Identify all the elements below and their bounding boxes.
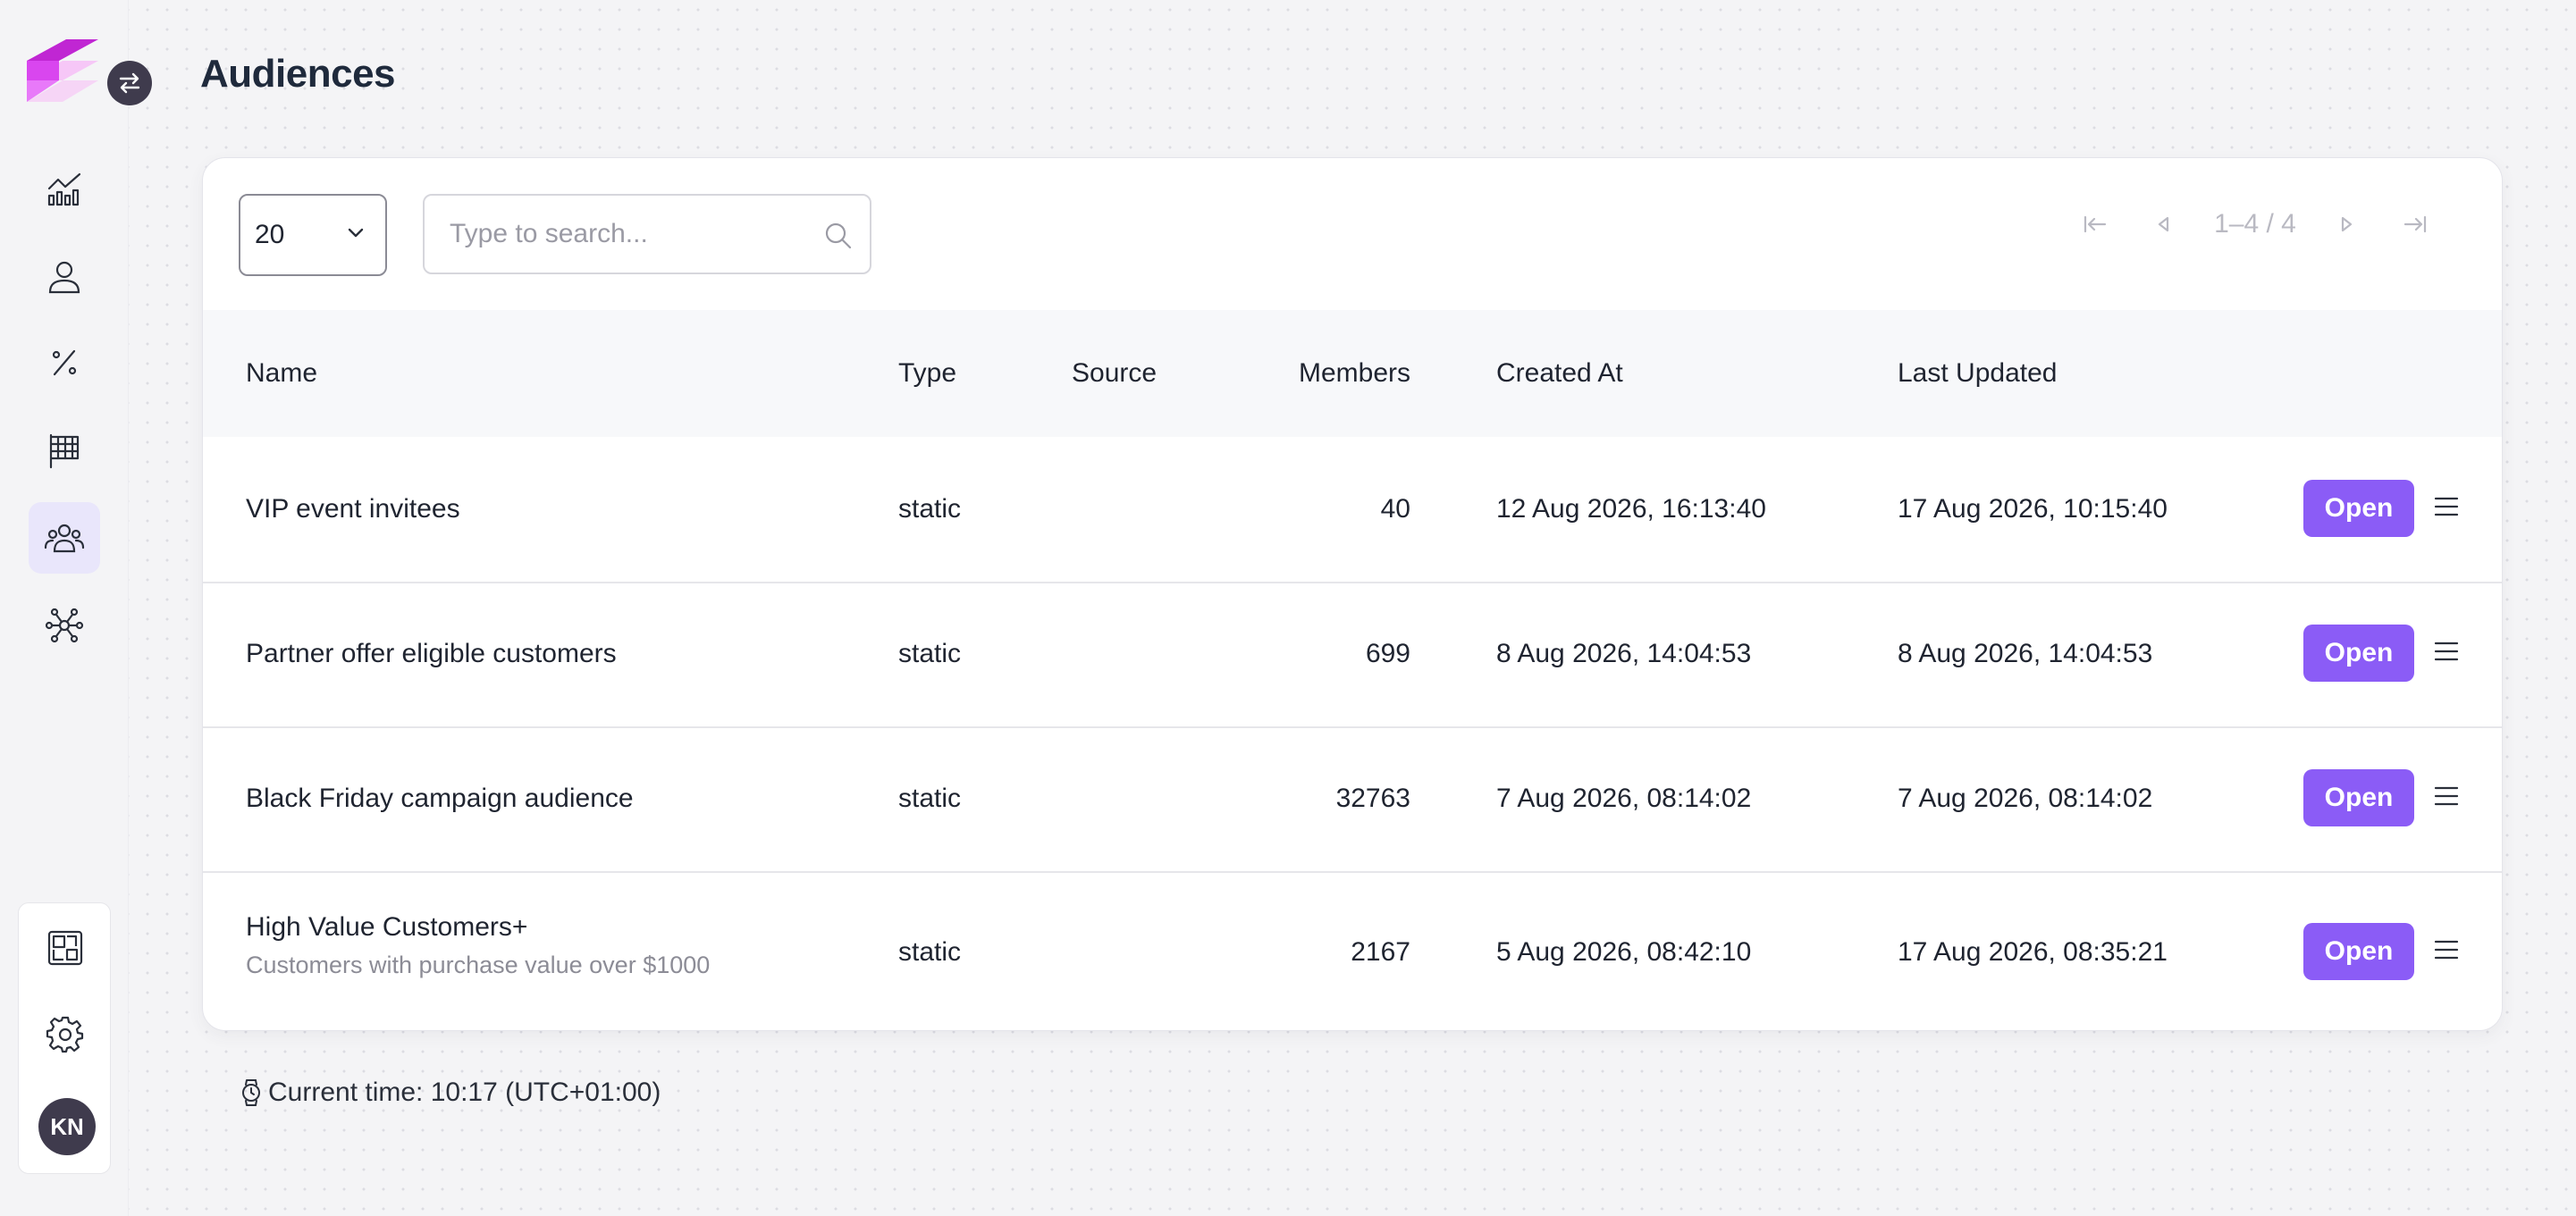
chevron-down-icon <box>348 228 364 238</box>
table-row[interactable]: Black Friday campaign audience static 32… <box>203 726 2502 871</box>
menu-icon <box>2434 940 2459 960</box>
pagination-info: 1–4 / 4 <box>2214 209 2296 239</box>
search-box <box>423 194 871 274</box>
audience-last-updated: 17 Aug 2026, 10:15:40 <box>1898 494 2168 524</box>
page-size-select[interactable]: 20 <box>239 194 387 276</box>
flag-icon <box>49 433 80 469</box>
open-button[interactable]: Open <box>2303 923 2414 980</box>
brand-logo[interactable] <box>27 39 102 120</box>
audience-type: static <box>898 639 962 668</box>
audience-created-at: 8 Aug 2026, 14:04:53 <box>1496 639 1752 668</box>
open-button[interactable]: Open <box>2303 769 2414 826</box>
table-row[interactable]: Partner offer eligible customers static … <box>203 582 2502 726</box>
audience-name[interactable]: Partner offer eligible customers <box>246 639 617 669</box>
current-time-text: Current time: 10:17 (UTC+01:00) <box>268 1078 661 1107</box>
audience-created-at: 7 Aug 2026, 08:14:02 <box>1496 784 1752 813</box>
sidebar: KN <box>0 0 152 1216</box>
menu-icon <box>2434 497 2459 516</box>
audience-name[interactable]: Black Friday campaign audience <box>246 784 634 814</box>
prev-page-icon <box>2159 216 2169 232</box>
swap-icon <box>119 72 140 94</box>
first-page-icon <box>2084 215 2107 233</box>
nav-campaigns[interactable] <box>29 415 100 486</box>
column-members[interactable]: Members <box>1232 358 1410 389</box>
nav-users[interactable] <box>29 241 100 313</box>
open-button[interactable]: Open <box>2303 480 2414 537</box>
audience-last-updated: 8 Aug 2026, 14:04:53 <box>1898 639 2153 668</box>
nav-offers[interactable] <box>29 327 100 398</box>
audience-description: Customers with purchase value over $1000 <box>246 952 711 978</box>
gear-icon <box>46 1016 84 1053</box>
audience-name[interactable]: VIP event invitees <box>246 494 460 524</box>
open-button[interactable]: Open <box>2303 625 2414 682</box>
watch-icon <box>242 1079 260 1106</box>
nav-analytics[interactable] <box>29 154 100 225</box>
current-time: Current time: 10:17 (UTC+01:00) <box>240 1078 661 1108</box>
page-title: Audiences <box>200 52 396 96</box>
settings-button[interactable] <box>38 1007 92 1061</box>
table-header: Name Type Source Members Created At Last… <box>203 310 2502 437</box>
column-last-updated[interactable]: Last Updated <box>1898 358 2057 389</box>
audience-created-at: 12 Aug 2026, 16:13:40 <box>1496 494 1766 524</box>
audience-last-updated: 17 Aug 2026, 08:35:21 <box>1898 937 2168 967</box>
audience-members: 32763 <box>1335 784 1410 813</box>
audience-created-at: 5 Aug 2026, 08:42:10 <box>1496 937 1752 967</box>
audience-type: static <box>898 494 962 524</box>
table-row[interactable]: High Value Customers+ Customers with pur… <box>203 871 2502 1030</box>
percent-icon <box>52 349 77 376</box>
sidebar-bottom-panel: KN <box>18 902 111 1174</box>
analytics-icon <box>47 172 81 206</box>
column-source[interactable]: Source <box>1072 358 1157 389</box>
next-page-icon <box>2341 216 2352 232</box>
pagination: 1–4 / 4 <box>2076 206 2434 242</box>
audiences-icon <box>44 524 85 553</box>
audience-type: static <box>898 937 962 967</box>
nav-audiences[interactable] <box>29 502 100 574</box>
user-icon <box>48 261 80 294</box>
table-row[interactable]: VIP event invitees static 40 12 Aug 2026… <box>203 437 2502 582</box>
extensions-button[interactable] <box>38 921 92 975</box>
nav-integrations[interactable] <box>29 590 100 661</box>
audience-members: 699 <box>1365 639 1410 668</box>
menu-icon <box>2434 786 2459 806</box>
audience-type: static <box>898 784 962 813</box>
page-size-value: 20 <box>255 220 285 249</box>
search-input[interactable] <box>425 196 800 273</box>
menu-icon <box>2434 642 2459 661</box>
audience-members: 40 <box>1380 494 1410 524</box>
user-avatar[interactable]: KN <box>38 1098 96 1155</box>
extensions-icon <box>47 930 83 966</box>
audience-last-updated: 7 Aug 2026, 08:14:02 <box>1898 784 2153 813</box>
search-icon <box>825 222 852 249</box>
column-created-at[interactable]: Created At <box>1496 358 1623 389</box>
last-page-icon <box>2403 215 2426 233</box>
switch-workspace-button[interactable] <box>107 61 152 105</box>
column-type[interactable]: Type <box>898 358 956 389</box>
audience-name[interactable]: High Value Customers+ <box>246 912 527 943</box>
column-name[interactable]: Name <box>246 358 317 389</box>
network-icon <box>45 608 84 643</box>
audience-members: 2167 <box>1351 937 1410 967</box>
audiences-card: 20 1–4 / 4 Name Type Source Members Crea… <box>202 157 2503 1031</box>
